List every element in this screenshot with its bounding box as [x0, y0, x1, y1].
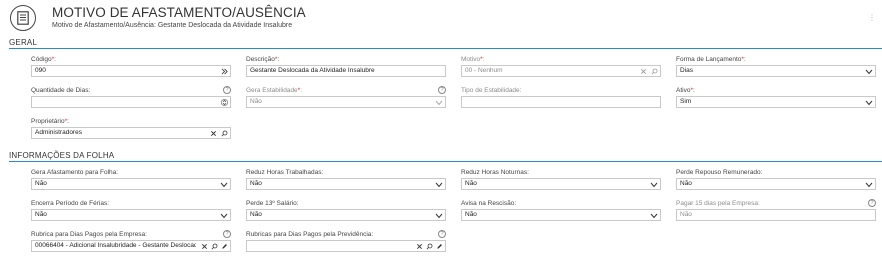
pagar-15-dias-input[interactable]: Não — [676, 209, 876, 221]
chevron-down-icon[interactable] — [864, 98, 874, 107]
help-icon[interactable]: ? — [223, 230, 231, 238]
reduz-horas-trabalhadas-select[interactable]: Não — [246, 178, 446, 190]
stepper-icon[interactable] — [220, 97, 229, 107]
chevron-down-icon[interactable] — [864, 180, 874, 189]
rubrica-previdencia-input[interactable] — [246, 240, 446, 252]
chevron-down-icon[interactable] — [434, 211, 444, 220]
page-header: MOTIVO DE AFASTAMENTO/AUSÊNCIA Motivo de… — [10, 3, 880, 33]
chevron-down-icon[interactable] — [649, 180, 659, 189]
gera-estabilidade-select[interactable]: Não — [246, 96, 446, 108]
help-icon[interactable]: ? — [438, 230, 446, 238]
search-icon[interactable] — [219, 128, 229, 138]
motivo-input[interactable]: 00 - Nenhum — [461, 65, 661, 77]
help-icon[interactable]: ? — [868, 199, 876, 207]
page-subtitle: Motivo de Afastamento/Ausência: Gestante… — [52, 22, 293, 29]
section-divider — [9, 48, 882, 49]
search-icon[interactable] — [424, 241, 434, 251]
encerra-ferias-select[interactable]: Não — [31, 209, 231, 221]
search-icon[interactable] — [209, 241, 219, 251]
clear-icon[interactable] — [414, 241, 424, 251]
forma-lancamento-select[interactable]: Dias — [676, 65, 876, 77]
reduz-horas-noturnas-select[interactable]: Não — [461, 178, 661, 190]
descricao-input[interactable]: Gestante Deslocada da Atividade Insalubr… — [246, 65, 446, 77]
clear-icon[interactable] — [638, 66, 648, 76]
more-options-icon[interactable]: ⋮ — [868, 13, 876, 22]
quantidade-dias-input[interactable] — [31, 96, 231, 108]
document-icon — [10, 5, 36, 31]
proprietario-input[interactable]: Administradores — [31, 127, 231, 139]
codigo-input[interactable]: 090 — [31, 65, 231, 77]
chevron-down-icon[interactable] — [219, 180, 229, 189]
help-icon[interactable]: ? — [438, 86, 446, 94]
section-title-geral: GERAL — [9, 38, 38, 47]
tipo-estabilidade-input[interactable] — [461, 96, 661, 108]
perde-repouso-select[interactable]: Não — [676, 178, 876, 190]
ativo-select[interactable]: Sim — [676, 96, 876, 108]
section-title-folha: INFORMAÇÕES DA FOLHA — [9, 151, 115, 160]
avisa-rescisao-select[interactable]: Não — [461, 209, 661, 221]
chevron-down-icon[interactable] — [434, 98, 444, 107]
rubrica-empresa-input[interactable]: 00066404 - Adicional Insalubridade - Ges… — [31, 240, 231, 252]
section-divider — [9, 161, 882, 162]
help-icon[interactable]: ? — [223, 86, 231, 94]
clear-icon[interactable] — [199, 241, 209, 251]
chevron-down-icon[interactable] — [219, 211, 229, 220]
edit-icon[interactable] — [434, 241, 444, 251]
chevron-down-icon[interactable] — [864, 67, 874, 76]
clear-icon[interactable] — [208, 128, 218, 138]
gera-afastamento-select[interactable]: Não — [31, 178, 231, 190]
perde-13-select[interactable]: Não — [246, 209, 446, 221]
chevron-down-icon[interactable] — [434, 180, 444, 189]
double-chevron-right-icon[interactable] — [219, 66, 229, 76]
chevron-down-icon[interactable] — [649, 211, 659, 220]
edit-icon[interactable] — [219, 241, 229, 251]
search-icon[interactable] — [649, 66, 659, 76]
page-title: MOTIVO DE AFASTAMENTO/AUSÊNCIA — [52, 5, 306, 20]
